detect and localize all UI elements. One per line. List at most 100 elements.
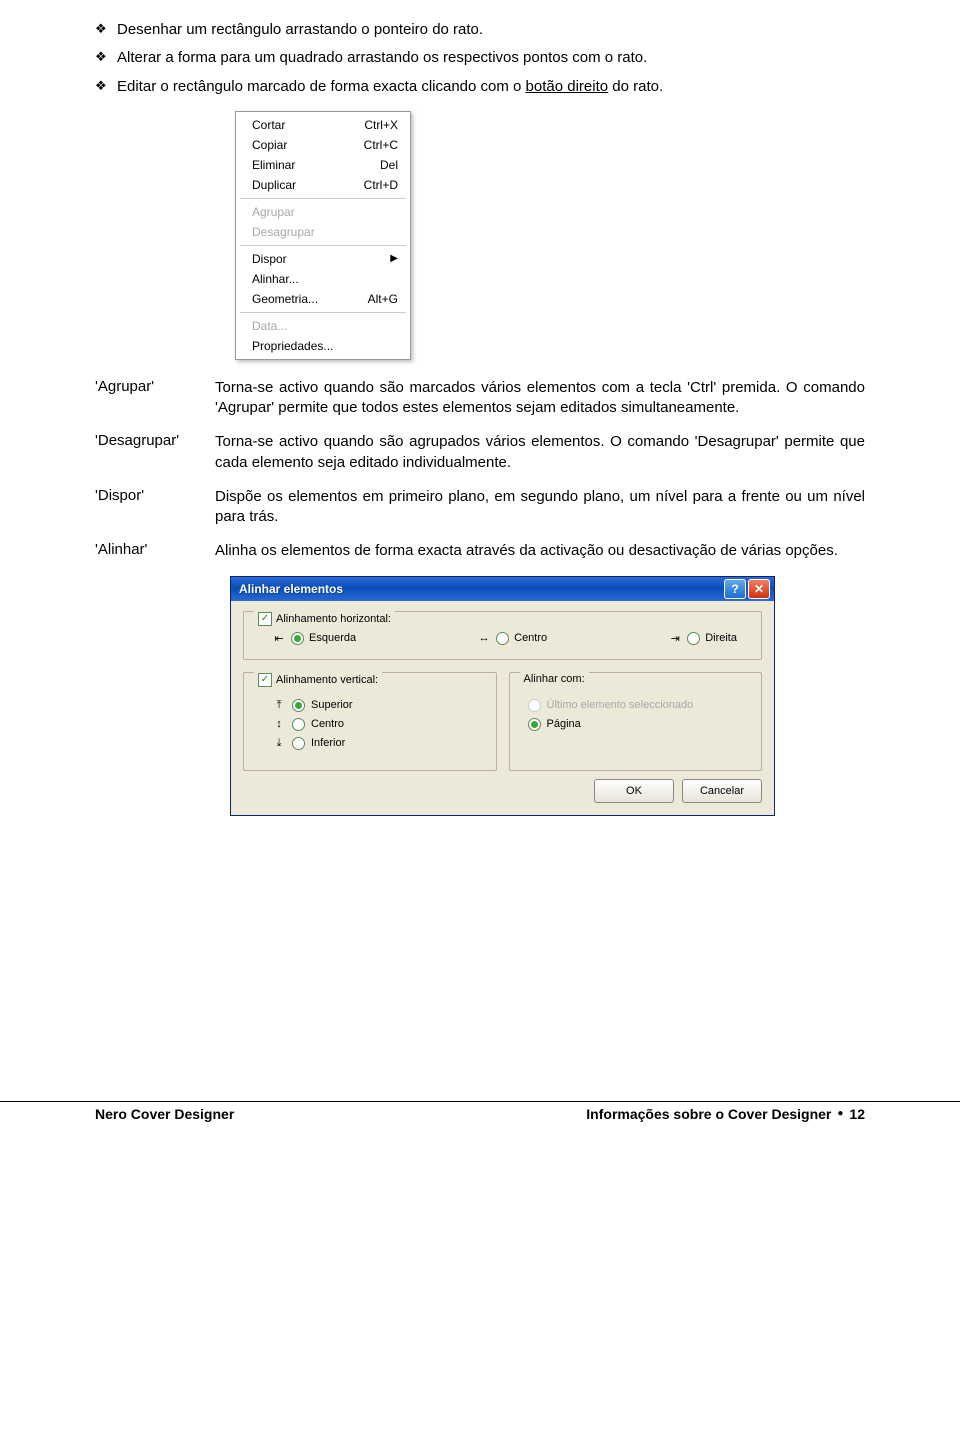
cancel-button[interactable]: Cancelar [682,779,762,803]
footer-section-title: Informações sobre o Cover Designer [586,1106,831,1122]
option-label: Esquerda [309,632,356,644]
menu-label: Geometria... [252,291,318,307]
definition-row: 'Desagrupar' Torna-se activo quando são … [95,432,865,473]
diamond-bullet-icon: ❖ [95,77,117,97]
bullet-text-prefix: Editar o rectângulo marcado de forma exa… [117,78,526,95]
page-content: ❖ Desenhar um rectângulo arrastando o po… [0,0,960,816]
ok-button[interactable]: OK [594,779,674,803]
legend-label: Alinhamento vertical: [276,674,378,686]
bullet-text: Desenhar um rectângulo arrastando o pont… [117,20,865,40]
radio-icon [292,718,305,731]
bullet-item: ❖ Alterar a forma para um quadrado arras… [95,48,865,68]
option-center-v[interactable]: ↕ Centro [272,718,482,731]
help-button[interactable]: ? [724,579,746,599]
align-bottom-icon: ⤓ [272,737,286,750]
option-last-selected: Último elemento seleccionado [528,699,748,712]
menu-item-cut[interactable]: Cortar Ctrl+X [238,115,408,135]
menu-item-duplicate[interactable]: Duplicar Ctrl+D [238,175,408,195]
option-bottom[interactable]: ⤓ Inferior [272,737,482,750]
definition-desc: Dispõe os elementos em primeiro plano, e… [215,487,865,528]
menu-label: Eliminar [252,157,295,173]
menu-label: Copiar [252,137,287,153]
menu-separator [240,198,406,199]
definition-row: 'Dispor' Dispõe os elementos em primeiro… [95,487,865,528]
definition-term: 'Alinhar' [95,541,215,561]
definition-row: 'Alinhar' Alinha os elementos de forma e… [95,541,865,561]
two-column-groups: ✓ Alinhamento vertical: ⤒ Superior ↕ Cen… [243,672,762,771]
legend-label: Alinhar com: [524,673,585,685]
menu-label: Data... [252,318,287,334]
menu-shortcut: Ctrl+X [364,117,398,133]
radio-icon [528,718,541,731]
dialog-title: Alinhar elementos [239,582,722,596]
menu-label: Propriedades... [252,338,333,354]
menu-label: Dispor [252,251,287,267]
underlined-text: botão direito [526,78,609,95]
bullet-item: ❖ Editar o rectângulo marcado de forma e… [95,77,865,97]
menu-label: Duplicar [252,177,296,193]
menu-item-delete[interactable]: Eliminar Del [238,155,408,175]
menu-item-data: Data... [238,316,408,336]
vertical-alignment-group: ✓ Alinhamento vertical: ⤒ Superior ↕ Cen… [243,672,497,771]
option-right[interactable]: ⇥ Direita [668,632,737,645]
option-top[interactable]: ⤒ Superior [272,699,482,712]
group-legend: Alinhar com: [520,671,589,687]
definition-term: 'Desagrupar' [95,432,215,473]
menu-label: Alinhar... [252,271,299,287]
checkbox-vertical[interactable]: ✓ [258,673,272,687]
group-legend: ✓ Alinhamento vertical: [254,671,382,689]
menu-item-geometry[interactable]: Geometria... Alt+G [238,289,408,309]
diamond-bullet-icon: ❖ [95,48,117,68]
align-with-group: Alinhar com: Último elemento seleccionad… [509,672,763,771]
align-dialog: Alinhar elementos ? ✕ ✓ Alinhamento hori… [230,576,775,816]
footer-left: Nero Cover Designer [95,1106,234,1122]
page-number: 12 [849,1106,865,1122]
menu-item-copy[interactable]: Copiar Ctrl+C [238,135,408,155]
close-button[interactable]: ✕ [748,579,770,599]
option-label: Superior [311,699,353,711]
menu-shortcut: Ctrl+C [364,137,398,153]
definition-row: 'Agrupar' Torna-se activo quando são mar… [95,378,865,419]
radio-icon [292,737,305,750]
align-center-v-icon: ↕ [272,718,286,730]
definition-desc: Torna-se activo quando são marcados vári… [215,378,865,419]
dialog-button-row: OK Cancelar [231,779,774,815]
dialog-body: ✓ Alinhamento horizontal: ⇤ Esquerda ↔ C… [231,601,774,779]
radio-icon [687,632,700,645]
option-label: Direita [705,632,737,644]
align-left-icon: ⇤ [272,632,286,645]
menu-shortcut: Ctrl+D [364,177,398,193]
definition-term: 'Dispor' [95,487,215,528]
option-left[interactable]: ⇤ Esquerda [272,632,356,645]
option-label: Página [547,718,581,730]
radio-icon [528,699,541,712]
option-label: Centro [311,718,344,730]
menu-item-group: Agrupar [238,202,408,222]
definition-term: 'Agrupar' [95,378,215,419]
bullet-text: Editar o rectângulo marcado de forma exa… [117,77,865,97]
radio-icon [496,632,509,645]
menu-label: Desagrupar [252,224,315,240]
menu-item-ungroup: Desagrupar [238,222,408,242]
menu-item-arrange[interactable]: Dispor ▶ [238,249,408,269]
menu-shortcut: Del [380,157,398,173]
align-dialog-screenshot: Alinhar elementos ? ✕ ✓ Alinhamento hori… [230,576,775,816]
menu-label: Cortar [252,117,285,133]
definition-desc: Alinha os elementos de forma exacta atra… [215,541,865,561]
option-label: Centro [514,632,547,644]
option-label: Último elemento seleccionado [547,699,694,711]
option-center-h[interactable]: ↔ Centro [477,632,547,645]
menu-item-properties[interactable]: Propriedades... [238,336,408,356]
menu-separator [240,245,406,246]
menu-separator [240,312,406,313]
checkbox-horizontal[interactable]: ✓ [258,612,272,626]
bullet-item: ❖ Desenhar um rectângulo arrastando o po… [95,20,865,40]
definition-desc: Torna-se activo quando são agrupados vár… [215,432,865,473]
menu-label: Agrupar [252,204,295,220]
bullet-text: Alterar a forma para um quadrado arrasta… [117,48,865,68]
option-page[interactable]: Página [528,718,748,731]
menu-item-align[interactable]: Alinhar... [238,269,408,289]
option-label: Inferior [311,737,345,749]
dialog-titlebar: Alinhar elementos ? ✕ [231,577,774,601]
align-center-h-icon: ↔ [477,632,491,644]
